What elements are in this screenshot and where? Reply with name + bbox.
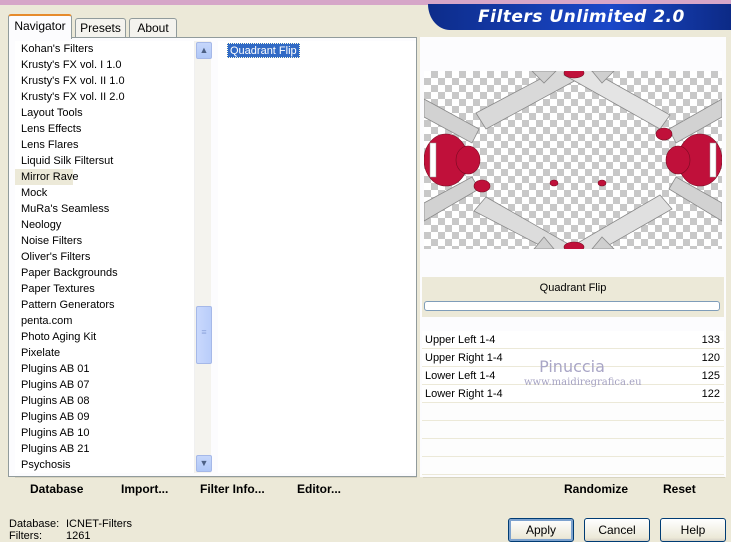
category-item[interactable]: Krusty's FX vol. II 1.0 [15, 73, 193, 89]
category-item[interactable]: Plugins AB 09 [15, 409, 193, 425]
param-value[interactable]: 133 [702, 331, 720, 349]
category-item[interactable]: Liquid Silk Filtersut [15, 153, 193, 169]
import-button[interactable]: Import... [121, 482, 168, 496]
apply-button[interactable]: Apply [508, 518, 574, 542]
param-row-empty [422, 439, 724, 457]
param-row[interactable]: Upper Left 1-4 133 [422, 331, 724, 349]
database-button[interactable]: Database [30, 482, 83, 496]
status-database-value: ICNET-Filters [66, 518, 132, 530]
current-filter-name: Quadrant Flip [539, 282, 607, 294]
arrow-up-icon[interactable]: ▲ [196, 42, 212, 59]
category-item[interactable]: Plugins AB 08 [15, 393, 193, 409]
category-item[interactable]: Oliver's Filters [15, 249, 193, 265]
category-item[interactable]: MuRa's Seamless [15, 201, 193, 217]
tab-about[interactable]: About [129, 18, 177, 38]
category-item[interactable]: Psychosis [15, 457, 193, 473]
category-scrollbar[interactable]: ▲ ≡ ▼ [194, 41, 212, 473]
param-value[interactable]: 125 [702, 367, 720, 385]
category-item[interactable]: Plugins AB 10 [15, 425, 193, 441]
preview-toolbar: Randomize Reset [423, 477, 725, 500]
param-label: Lower Right 1-4 [425, 388, 503, 400]
filter-info-button[interactable]: Filter Info... [200, 482, 265, 496]
category-item[interactable]: Photo Aging Kit [15, 329, 193, 345]
tab-presets[interactable]: Presets [75, 18, 126, 38]
category-item[interactable]: Plugins AB 21 [15, 441, 193, 457]
param-value[interactable]: 122 [702, 385, 720, 403]
category-item[interactable]: Lens Effects [15, 121, 193, 137]
editor-button[interactable]: Editor... [297, 482, 341, 496]
preview-art [424, 71, 722, 249]
category-item[interactable]: Mock [15, 185, 193, 201]
filter-name-strip: Quadrant Flip [422, 277, 724, 317]
preview-panel: Quadrant Flip Upper Left 1-4 133 Upper Rig… [420, 37, 726, 477]
filter-item-quadrant-flip[interactable]: Quadrant Flip [227, 43, 300, 58]
category-item[interactable]: Noise Filters [15, 233, 193, 249]
category-item[interactable]: Paper Textures [15, 281, 193, 297]
category-item[interactable]: Mirror Rave [15, 169, 78, 185]
category-item[interactable]: Neology [15, 217, 193, 233]
category-listbox[interactable]: Kohan's Filters Krusty's FX vol. I 1.0 Kru… [15, 41, 212, 473]
preview-image [424, 71, 722, 249]
param-label: Lower Left 1-4 [425, 370, 496, 382]
status-filters-count: 1261 [66, 530, 91, 542]
param-row-empty [422, 457, 724, 475]
category-item[interactable]: Krusty's FX vol. I 1.0 [15, 57, 193, 73]
category-item[interactable]: Plugins AB 01 [15, 361, 193, 377]
category-item[interactable]: Layout Tools [15, 105, 193, 121]
param-label: Upper Right 1-4 [425, 352, 503, 364]
param-row[interactable]: Lower Left 1-4 125 [422, 367, 724, 385]
status-filters-key: Filters: [9, 530, 42, 542]
category-item[interactable]: Krusty's FX vol. II 2.0 [15, 89, 193, 105]
scroll-thumb[interactable]: ≡ [196, 306, 212, 364]
category-item[interactable]: Paper Backgrounds [15, 265, 193, 281]
help-button[interactable]: Help [660, 518, 726, 542]
category-item[interactable]: Kohan's Filters [15, 41, 193, 57]
filter-listbox[interactable]: Quadrant Flip [218, 41, 416, 473]
category-list: Kohan's Filters Krusty's FX vol. I 1.0 Kru… [15, 41, 193, 473]
reset-button[interactable]: Reset [663, 482, 696, 496]
app-banner: Filters Unlimited 2.0 [428, 4, 731, 30]
category-item[interactable]: penta.com [15, 313, 193, 329]
status-database-key: Database: [9, 518, 60, 530]
param-row[interactable]: Upper Right 1-4 120 [422, 349, 724, 367]
progress-bar [424, 301, 720, 311]
param-row[interactable]: Lower Right 1-4 122 [422, 385, 724, 403]
cancel-button[interactable]: Cancel [584, 518, 650, 542]
arrow-down-icon[interactable]: ▼ [196, 455, 212, 472]
param-label: Upper Left 1-4 [425, 334, 496, 346]
randomize-button[interactable]: Randomize [564, 482, 628, 496]
status-area: Database: ICNET-Filters Filters: 1261 [9, 518, 132, 542]
category-item[interactable]: Lens Flares [15, 137, 193, 153]
category-item[interactable]: Pixelate [15, 345, 193, 361]
list-toolbar: Database Import... Filter Info... Editor… [15, 477, 417, 500]
parameter-list: Upper Left 1-4 133 Upper Right 1-4 120 Lower… [422, 331, 724, 475]
category-item[interactable]: Pattern Generators [15, 297, 193, 313]
param-row-empty [422, 403, 724, 421]
param-row-empty [422, 421, 724, 439]
param-value[interactable]: 120 [702, 349, 720, 367]
tab-navigator[interactable]: Navigator [8, 14, 72, 39]
category-item[interactable]: Plugins AB 07 [15, 377, 193, 393]
